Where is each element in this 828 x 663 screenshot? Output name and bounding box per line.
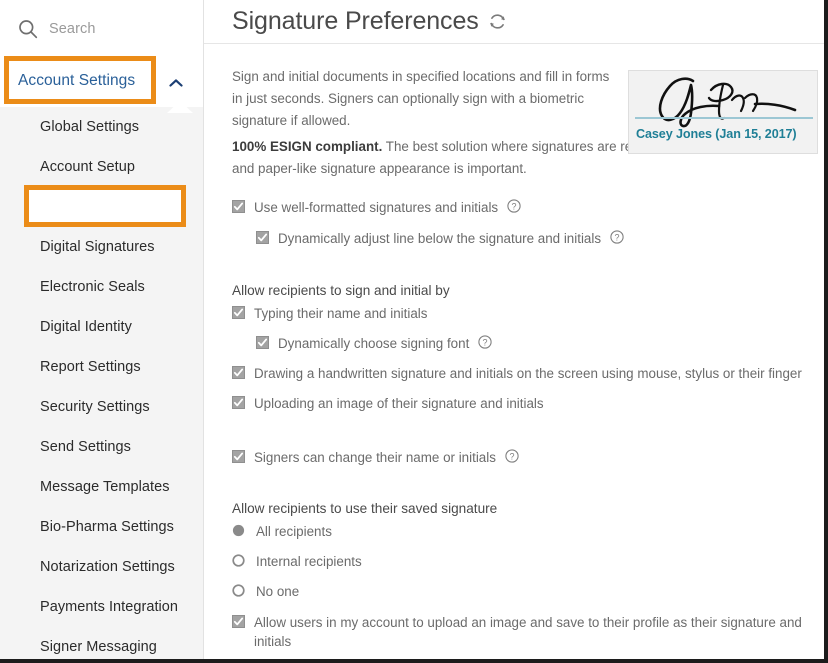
sidebar-item-account-settings[interactable]: Account Settings bbox=[0, 55, 203, 107]
checkbox-checked-icon[interactable] bbox=[232, 450, 245, 463]
checkbox-label: Dynamically adjust line below the signat… bbox=[278, 231, 602, 246]
settings-panel: Casey Jones (Jan 15, 2017) Sign and init… bbox=[204, 44, 824, 651]
checkbox-row-dynamic-font[interactable]: Dynamically choose signing font ? bbox=[232, 333, 810, 359]
signers-change-group: Signers can change their name or initial… bbox=[232, 447, 810, 473]
checkbox-checked-icon[interactable] bbox=[232, 200, 245, 213]
refresh-icon[interactable] bbox=[488, 12, 507, 31]
highlight-fill-signature-preferences bbox=[29, 190, 181, 222]
sidebar-item-digital-identity[interactable]: Digital Identity bbox=[0, 307, 203, 347]
search-icon bbox=[18, 19, 38, 39]
checkbox-row-drawing-signature[interactable]: Drawing a handwritten signature and init… bbox=[232, 363, 810, 389]
checkbox-row-typing-name[interactable]: Typing their name and initials bbox=[232, 303, 810, 329]
radio-row-all-recipients[interactable]: All recipients bbox=[232, 521, 810, 547]
page-title-row: Signature Preferences bbox=[204, 0, 824, 44]
radio-unselected-icon[interactable] bbox=[232, 584, 245, 597]
sidebar-item-global-settings[interactable]: Global Settings bbox=[0, 107, 203, 147]
checkbox-row-well-formatted[interactable]: Use well-formatted signatures and initia… bbox=[232, 197, 810, 223]
help-icon[interactable]: ? bbox=[507, 199, 521, 213]
checkbox-label: Allow users in my account to upload an i… bbox=[254, 615, 802, 649]
radio-label: No one bbox=[256, 584, 300, 599]
sidebar-item-signer-messaging[interactable]: Signer Messaging bbox=[0, 627, 203, 659]
radio-selected-icon[interactable] bbox=[232, 524, 245, 537]
saved-signature-heading: Allow recipients to use their saved sign… bbox=[232, 501, 498, 516]
checkbox-checked-icon[interactable] bbox=[256, 336, 269, 349]
sidebar-item-account-setup[interactable]: Account Setup bbox=[0, 147, 203, 187]
sidebar-item-send-settings[interactable]: Send Settings bbox=[0, 427, 203, 467]
radio-row-internal-recipients[interactable]: Internal recipients bbox=[232, 551, 810, 577]
svg-text:?: ? bbox=[512, 201, 517, 211]
sidebar-item-label: Global Settings bbox=[40, 119, 140, 135]
checkbox-row-uploading-image[interactable]: Uploading an image of their signature an… bbox=[232, 393, 810, 419]
sidebar-item-report-settings[interactable]: Report Settings bbox=[0, 347, 203, 387]
checkbox-row-signers-change-name[interactable]: Signers can change their name or initial… bbox=[232, 447, 810, 473]
help-icon[interactable]: ? bbox=[505, 449, 519, 463]
svg-text:?: ? bbox=[509, 451, 514, 461]
sidebar-item-label: Security Settings bbox=[40, 399, 150, 415]
checkbox-row-dynamic-line[interactable]: Dynamically adjust line below the signat… bbox=[232, 228, 810, 254]
sidebar-item-bio-pharma-settings[interactable]: Bio-Pharma Settings bbox=[0, 507, 203, 547]
well-formatted-group: Use well-formatted signatures and initia… bbox=[232, 197, 810, 254]
sidebar-item-label: Account Setup bbox=[40, 159, 135, 175]
sidebar-item-digital-signatures[interactable]: Digital Signatures bbox=[0, 227, 203, 267]
help-icon[interactable]: ? bbox=[610, 230, 624, 244]
sidebar-item-message-templates[interactable]: Message Templates bbox=[0, 467, 203, 507]
app-window: Search Account Settings Global Settings … bbox=[0, 0, 828, 663]
active-section-caret bbox=[167, 101, 193, 113]
sidebar-item-label: Report Settings bbox=[40, 359, 141, 375]
checkbox-label: Use well-formatted signatures and initia… bbox=[254, 200, 499, 215]
search-input[interactable]: Search bbox=[0, 0, 203, 58]
checkbox-label: Dynamically choose signing font bbox=[278, 336, 470, 351]
sidebar-item-label: Digital Identity bbox=[40, 319, 132, 335]
sidebar-item-label: Notarization Settings bbox=[40, 559, 175, 575]
search-placeholder-text: Search bbox=[49, 21, 96, 37]
signature-preview-card: Casey Jones (Jan 15, 2017) bbox=[628, 70, 818, 154]
signature-baseline-rule bbox=[635, 117, 813, 119]
sidebar-item-notarization-settings[interactable]: Notarization Settings bbox=[0, 547, 203, 587]
checkbox-label: Uploading an image of their signature an… bbox=[254, 396, 544, 411]
main-content: Signature Preferences Casey Jones (Jan 1… bbox=[204, 0, 824, 659]
checkbox-checked-icon[interactable] bbox=[232, 306, 245, 319]
sidebar-item-label: Send Settings bbox=[40, 439, 131, 455]
chevron-up-icon[interactable] bbox=[169, 75, 183, 87]
radio-row-no-one[interactable]: No one bbox=[232, 581, 810, 607]
signature-name-date: Casey Jones (Jan 15, 2017) bbox=[636, 127, 797, 141]
sidebar: Search Account Settings Global Settings … bbox=[0, 0, 204, 659]
svg-text:?: ? bbox=[615, 232, 620, 242]
help-icon[interactable]: ? bbox=[478, 335, 492, 349]
sidebar-item-electronic-seals[interactable]: Electronic Seals bbox=[0, 267, 203, 307]
intro-paragraph: Sign and initial documents in specified … bbox=[232, 69, 610, 128]
checkbox-checked-icon[interactable] bbox=[256, 231, 269, 244]
svg-text:?: ? bbox=[483, 337, 488, 347]
account-settings-label: Account Settings bbox=[18, 72, 136, 89]
radio-label: Internal recipients bbox=[256, 554, 362, 569]
sidebar-item-label: Electronic Seals bbox=[40, 279, 145, 295]
sidebar-item-label: Digital Signatures bbox=[40, 239, 155, 255]
checkbox-checked-icon[interactable] bbox=[232, 396, 245, 409]
radio-label: All recipients bbox=[256, 524, 332, 539]
checkbox-row-allow-users-upload[interactable]: Allow users in my account to upload an i… bbox=[232, 612, 810, 651]
sidebar-item-label: Bio-Pharma Settings bbox=[40, 519, 174, 535]
sign-methods-heading: Allow recipients to sign and initial by bbox=[232, 283, 450, 298]
handwritten-signature-image bbox=[637, 73, 812, 131]
compliance-bold-text: 100% ESIGN compliant. bbox=[232, 139, 383, 154]
checkbox-label: Drawing a handwritten signature and init… bbox=[254, 366, 802, 381]
checkbox-checked-icon[interactable] bbox=[232, 366, 245, 379]
sidebar-item-label: Payments Integration bbox=[40, 599, 179, 615]
account-settings-group: Account Settings bbox=[0, 55, 203, 107]
sidebar-item-label: Signer Messaging bbox=[40, 639, 157, 655]
sidebar-item-payments-integration[interactable]: Payments Integration bbox=[0, 587, 203, 627]
sidebar-item-security-settings[interactable]: Security Settings bbox=[0, 387, 203, 427]
radio-unselected-icon[interactable] bbox=[232, 554, 245, 567]
checkbox-checked-icon[interactable] bbox=[232, 615, 245, 628]
sign-methods-group: Allow recipients to sign and initial by … bbox=[232, 283, 810, 419]
checkbox-label: Signers can change their name or initial… bbox=[254, 450, 496, 465]
page-title: Signature Preferences bbox=[232, 7, 479, 35]
saved-signature-group: Allow recipients to use their saved sign… bbox=[232, 501, 810, 651]
checkbox-label: Typing their name and initials bbox=[254, 306, 428, 321]
sidebar-item-label: Message Templates bbox=[40, 479, 170, 495]
